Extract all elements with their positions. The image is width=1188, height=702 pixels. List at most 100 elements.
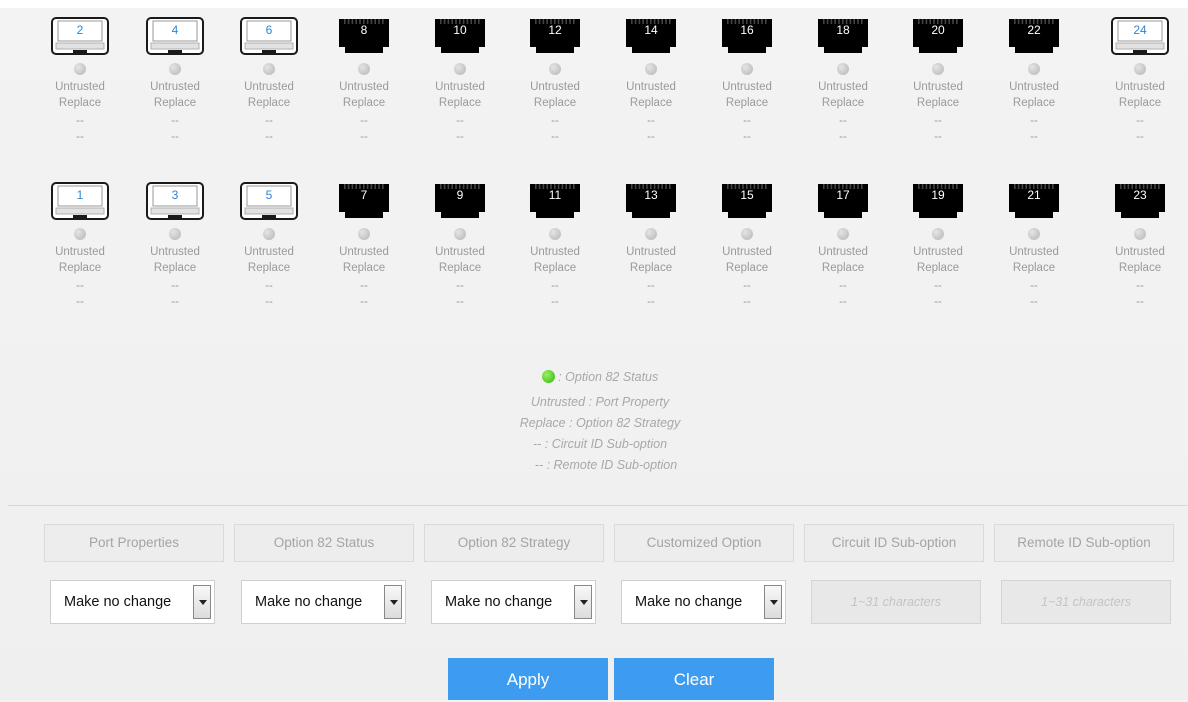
- port-cell: 18 Untrusted Replace -- --: [803, 17, 883, 187]
- option82-status-dot: [549, 228, 561, 240]
- ethernet-port-icon[interactable]: 7: [335, 182, 393, 220]
- apply-button[interactable]: Apply: [448, 658, 608, 700]
- option82-strategy: Replace: [438, 97, 482, 109]
- remote-id: --: [1136, 131, 1144, 143]
- remote-id-input[interactable]: 1~31 characters: [1001, 580, 1171, 624]
- clear-button[interactable]: Clear: [614, 658, 774, 700]
- ethernet-port-icon[interactable]: 11: [526, 182, 584, 220]
- ethernet-port-icon[interactable]: 8: [335, 17, 393, 55]
- port-property: Untrusted: [913, 246, 963, 258]
- ethernet-port-icon[interactable]: 17: [814, 182, 872, 220]
- option82-status-dot: [1134, 63, 1146, 75]
- ethernet-port-icon[interactable]: 21: [1005, 182, 1063, 220]
- port-property: Untrusted: [244, 246, 294, 258]
- port-cell: 22 Untrusted Replace -- --: [994, 17, 1074, 187]
- remote-id: --: [743, 131, 751, 143]
- ethernet-port-icon[interactable]: 5: [240, 182, 298, 220]
- option82-status-dot: [263, 63, 275, 75]
- option82-strategy: Replace: [821, 97, 865, 109]
- ethernet-port-icon[interactable]: 3: [146, 182, 204, 220]
- ethernet-port-icon[interactable]: 12: [526, 17, 584, 55]
- option82-strategy-select[interactable]: Make no change: [431, 580, 596, 624]
- header-remote-id: Remote ID Sub-option: [994, 524, 1174, 562]
- circuit-id: --: [551, 280, 559, 292]
- option82-strategy: Replace: [247, 262, 291, 274]
- port-number: 15: [740, 188, 754, 202]
- ethernet-port-icon[interactable]: 18: [814, 17, 872, 55]
- port-number: 4: [171, 23, 179, 37]
- circuit-id: --: [647, 115, 655, 127]
- port-number: 16: [740, 23, 754, 37]
- circuit-id: --: [171, 280, 179, 292]
- option82-status-dot: [1134, 228, 1146, 240]
- port-cell: 19 Untrusted Replace -- --: [898, 182, 978, 352]
- divider: [8, 505, 1188, 506]
- circuit-id-input[interactable]: 1~31 characters: [811, 580, 981, 624]
- circuit-id: --: [934, 280, 942, 292]
- chevron-down-icon[interactable]: [764, 585, 782, 619]
- ethernet-port-icon[interactable]: 14: [622, 17, 680, 55]
- circuit-id: --: [76, 280, 84, 292]
- ethernet-port-icon[interactable]: 16: [718, 17, 776, 55]
- option82-status-dot: [645, 63, 657, 75]
- remote-id: --: [839, 131, 847, 143]
- option82-status-dot: [837, 63, 849, 75]
- chevron-down-icon[interactable]: [574, 585, 592, 619]
- ethernet-port-icon[interactable]: 6: [240, 17, 298, 55]
- port-cell: 11 Untrusted Replace -- --: [515, 182, 595, 352]
- port-cell: 20 Untrusted Replace -- --: [898, 17, 978, 187]
- option82-status-dot: [741, 63, 753, 75]
- circuit-id: --: [265, 115, 273, 127]
- ethernet-port-icon[interactable]: 10: [431, 17, 489, 55]
- port-property: Untrusted: [1009, 81, 1059, 93]
- header-option82-status: Option 82 Status: [234, 524, 414, 562]
- option82-strategy: Replace: [1012, 97, 1056, 109]
- chevron-down-icon[interactable]: [384, 585, 402, 619]
- port-properties-select[interactable]: Make no change: [50, 580, 215, 624]
- port-cell: 10 Untrusted Replace -- --: [420, 17, 500, 187]
- chevron-down-icon[interactable]: [193, 585, 211, 619]
- option82-status-select[interactable]: Make no change: [241, 580, 406, 624]
- option82-strategy: Replace: [916, 262, 960, 274]
- ethernet-port-icon[interactable]: 23: [1111, 182, 1169, 220]
- port-cell: 12 Untrusted Replace -- --: [515, 17, 595, 187]
- remote-id: --: [743, 296, 751, 308]
- option82-status-dot: [837, 228, 849, 240]
- remote-id: --: [934, 131, 942, 143]
- port-property: Untrusted: [150, 246, 200, 258]
- customized-option-select[interactable]: Make no change: [621, 580, 786, 624]
- port-property: Untrusted: [339, 246, 389, 258]
- select-value: Make no change: [635, 594, 743, 610]
- legend-strategy: Replace : Option 82 Strategy: [519, 416, 681, 430]
- remote-id: --: [360, 296, 368, 308]
- port-number: 20: [931, 23, 945, 37]
- ethernet-port-icon[interactable]: 1: [51, 182, 109, 220]
- port-property: Untrusted: [722, 246, 772, 258]
- port-cell: 17 Untrusted Replace -- --: [803, 182, 883, 352]
- ethernet-port-icon[interactable]: 20: [909, 17, 967, 55]
- ethernet-port-icon[interactable]: 24: [1111, 17, 1169, 55]
- ethernet-port-icon[interactable]: 9: [431, 182, 489, 220]
- remote-id: --: [551, 131, 559, 143]
- ethernet-port-icon[interactable]: 19: [909, 182, 967, 220]
- option82-status-dot: [358, 228, 370, 240]
- port-cell: 4 Untrusted Replace -- --: [135, 17, 215, 187]
- port-property: Untrusted: [55, 246, 105, 258]
- ethernet-port-icon[interactable]: 13: [622, 182, 680, 220]
- ethernet-port-icon[interactable]: 4: [146, 17, 204, 55]
- remote-id: --: [1030, 131, 1038, 143]
- ethernet-port-icon[interactable]: 15: [718, 182, 776, 220]
- option82-status-dot: [1028, 63, 1040, 75]
- circuit-id: --: [743, 280, 751, 292]
- option82-status-dot: [169, 228, 181, 240]
- select-value: Make no change: [445, 594, 553, 610]
- option82-strategy: Replace: [916, 97, 960, 109]
- port-cell: 14 Untrusted Replace -- --: [611, 17, 691, 187]
- option82-strategy: Replace: [153, 97, 197, 109]
- ethernet-port-icon[interactable]: 2: [51, 17, 109, 55]
- ethernet-port-icon[interactable]: 22: [1005, 17, 1063, 55]
- port-cell: 1 Untrusted Replace -- --: [40, 182, 120, 352]
- circuit-id: --: [171, 115, 179, 127]
- port-property: Untrusted: [339, 81, 389, 93]
- option82-status-dot: [169, 63, 181, 75]
